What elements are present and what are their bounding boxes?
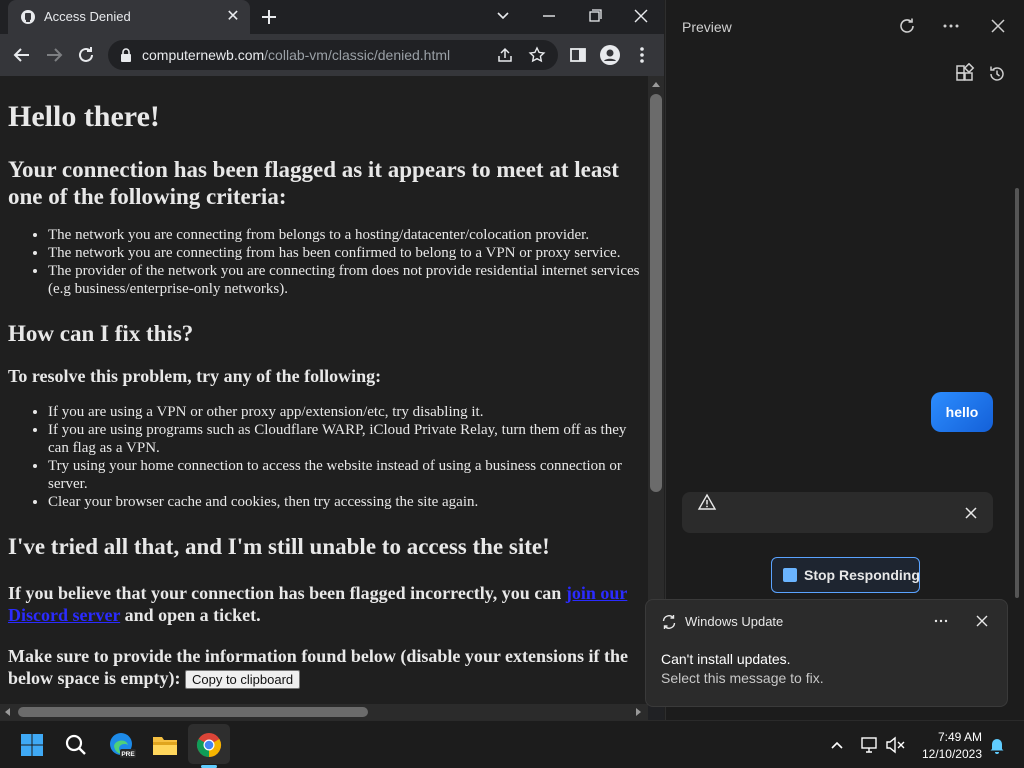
list-item: Try using your home connection to access… (48, 457, 640, 493)
incorrect-paragraph: If you believe that your connection has … (8, 582, 640, 626)
more-options-icon[interactable] (940, 15, 962, 37)
toast-app-name: Windows Update (685, 614, 784, 629)
forward-arrow-icon[interactable] (42, 43, 66, 67)
stop-icon (783, 568, 797, 582)
dismiss-warning-icon[interactable] (963, 505, 979, 521)
horizontal-scroll-thumb[interactable] (18, 707, 368, 717)
incorrect-prefix: If you believe that your connection has … (8, 583, 566, 603)
scroll-right-icon[interactable] (636, 708, 642, 716)
url-text[interactable]: computernewb.com/collab-vm/classic/denie… (142, 47, 450, 63)
close-pane-icon[interactable] (987, 15, 1009, 37)
copy-to-clipboard-button[interactable]: Copy to clipboard (184, 670, 301, 690)
url-host: computernewb.com (142, 47, 265, 63)
criteria-list: The network you are connecting from belo… (48, 226, 640, 298)
search-icon[interactable] (60, 729, 92, 761)
resolve-heading: To resolve this problem, try any of the … (8, 366, 382, 386)
warning-message (682, 492, 993, 533)
list-item: If you are using programs such as Cloudf… (48, 421, 640, 457)
favicon-icon (21, 10, 35, 24)
svg-text:PRE: PRE (121, 751, 135, 758)
chrome-icon[interactable] (193, 729, 225, 761)
url-path: /collab-vm/classic/denied.html (264, 47, 451, 63)
history-icon[interactable] (986, 63, 1008, 85)
file-explorer-icon[interactable] (149, 729, 181, 761)
tab-strip: Access Denied ✕ (0, 0, 664, 34)
share-icon[interactable] (496, 46, 514, 64)
page-title: Hello there! (8, 100, 160, 133)
notification-bell-icon[interactable] (987, 735, 1007, 755)
fix-heading: How can I fix this? (8, 321, 194, 346)
profile-avatar-icon[interactable] (598, 43, 622, 67)
chat-scrollbar[interactable] (1015, 188, 1019, 598)
browser-toolbar: computernewb.com/collab-vm/classic/denie… (0, 34, 664, 76)
clock-time[interactable]: 7:49 AM (920, 730, 982, 744)
refresh-icon[interactable] (896, 15, 918, 37)
show-hidden-icons-icon[interactable] (828, 736, 846, 754)
list-item: If you are using a VPN or other proxy ap… (48, 403, 640, 421)
user-message-bubble: hello (931, 392, 993, 432)
restore-icon[interactable] (583, 5, 607, 27)
toast-title: Can't install updates. (661, 651, 791, 667)
edge-icon[interactable]: PRE (105, 729, 137, 761)
windows-update-notification[interactable]: Windows Update Can't install updates. Se… (645, 599, 1008, 707)
toast-body: Select this message to fix. (661, 670, 824, 686)
page-content: Hello there! Your connection has been fl… (8, 76, 640, 690)
list-item: The network you are connecting from belo… (48, 226, 640, 244)
side-panel-icon[interactable] (566, 43, 590, 67)
back-arrow-icon[interactable] (10, 43, 34, 67)
volume-muted-icon[interactable] (884, 735, 906, 755)
tried-heading: I've tried all that, and I'm still unabl… (8, 534, 550, 559)
new-tab-icon[interactable] (258, 6, 280, 28)
reload-icon[interactable] (74, 43, 98, 67)
list-item: Clear your browser cache and cookies, th… (48, 493, 640, 511)
lock-icon[interactable] (120, 48, 132, 62)
clock-date[interactable]: 12/10/2023 (914, 747, 982, 761)
stop-responding-button[interactable]: Stop Responding (771, 557, 920, 593)
taskbar: PRE 7:49 AM 12/10/2023 (0, 720, 1024, 768)
list-item: The network you are connecting from has … (48, 244, 640, 262)
toast-more-icon[interactable] (932, 612, 950, 630)
incorrect-suffix: and open a ticket. (120, 605, 261, 625)
address-bar[interactable]: computernewb.com/collab-vm/classic/denie… (108, 40, 558, 70)
tab-title: Access Denied (44, 9, 131, 24)
horizontal-scrollbar[interactable] (0, 704, 648, 720)
scroll-left-icon[interactable] (4, 708, 10, 716)
bookmark-star-icon[interactable] (528, 46, 546, 64)
tab-close-icon[interactable]: ✕ (224, 8, 242, 26)
apps-icon[interactable] (954, 63, 976, 85)
criteria-heading: Your connection has been flagged as it a… (8, 157, 619, 209)
sync-icon (662, 615, 676, 629)
info-paragraph: Make sure to provide the information fou… (8, 645, 640, 690)
list-item: The provider of the network you are conn… (48, 262, 640, 298)
toast-close-icon[interactable] (973, 612, 991, 630)
chrome-window: Access Denied ✕ computernewb.com/collab-… (0, 0, 664, 720)
close-window-icon[interactable] (629, 5, 653, 27)
warning-icon (697, 493, 717, 510)
chrome-menu-icon[interactable] (630, 43, 654, 67)
windows-start-icon[interactable] (16, 729, 48, 761)
vertical-scroll-thumb[interactable] (650, 94, 662, 492)
page-viewport: Hello there! Your connection has been fl… (0, 76, 648, 704)
network-icon[interactable] (860, 735, 880, 755)
preview-title: Preview (682, 19, 732, 35)
info-text: Make sure to provide the information fou… (8, 646, 629, 688)
scroll-up-icon[interactable] (652, 81, 660, 87)
minimize-icon[interactable] (537, 5, 561, 27)
fixes-list: If you are using a VPN or other proxy ap… (48, 403, 640, 511)
stop-responding-label: Stop Responding (804, 567, 920, 583)
tab-access-denied[interactable]: Access Denied ✕ (8, 0, 250, 34)
tab-search-icon[interactable] (491, 5, 515, 27)
